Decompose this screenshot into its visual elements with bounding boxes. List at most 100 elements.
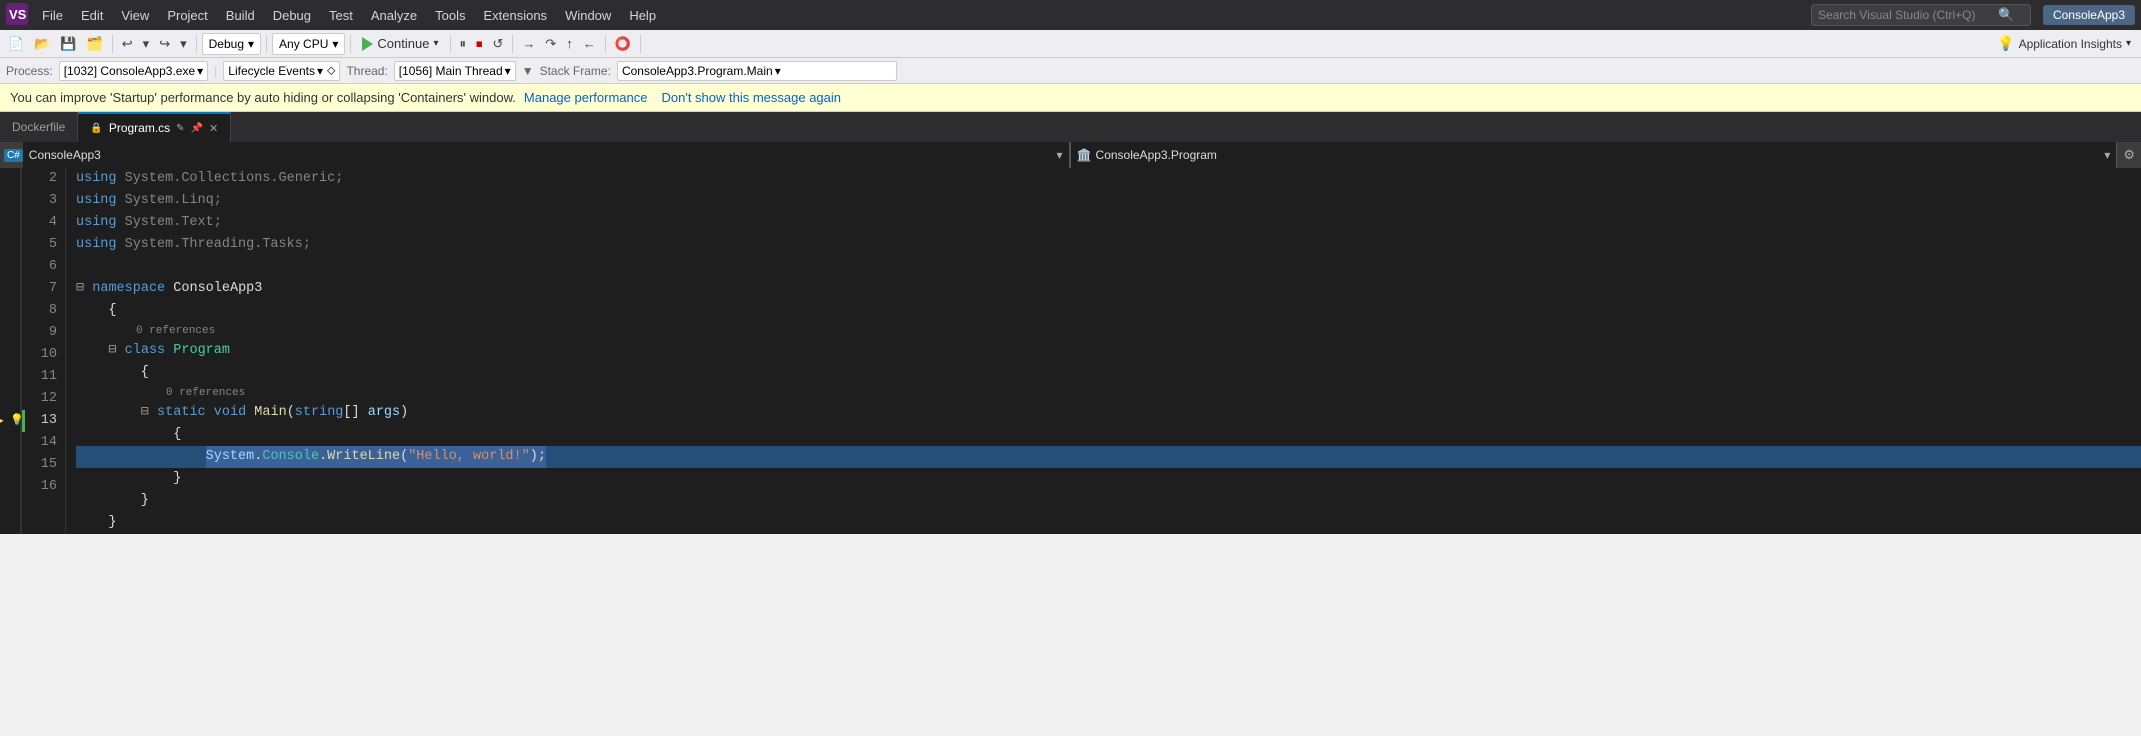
- thread-dropdown[interactable]: [1056] Main Thread ▾: [394, 61, 516, 81]
- arrow-right-icon: ▶: [0, 410, 4, 432]
- continue-button[interactable]: Continue ▾: [356, 34, 444, 53]
- profile-button[interactable]: ConsoleApp3: [2043, 5, 2135, 25]
- menu-build[interactable]: Build: [218, 4, 263, 27]
- code-line-4: using System.Text;: [76, 212, 2141, 234]
- open-btn[interactable]: 📂: [30, 34, 54, 54]
- redo-btn[interactable]: ↪: [155, 34, 174, 54]
- linenum-10: 10: [36, 344, 57, 366]
- tab-dockerfile-label: Dockerfile: [12, 120, 65, 134]
- menu-view[interactable]: View: [113, 4, 157, 27]
- brace-close-14: }: [76, 468, 181, 490]
- sep-pipe: |: [214, 64, 217, 78]
- undo-btn[interactable]: ↩: [118, 34, 137, 54]
- thread-value: [1056] Main Thread: [399, 64, 503, 78]
- tab-programcs-label: Program.cs: [109, 121, 170, 135]
- param-args: args: [368, 402, 400, 424]
- warning-lightbulb-icon[interactable]: 💡: [10, 410, 24, 432]
- bracket-3: ): [400, 402, 408, 424]
- lifecycle-filter-icon: ⬦: [327, 63, 335, 78]
- collapse-namespace-btn[interactable]: ⊟: [76, 278, 84, 300]
- brace-open-10: {: [76, 362, 149, 384]
- ai-dropdown-arrow: ▾: [2126, 38, 2131, 49]
- search-box[interactable]: 🔍: [1811, 4, 2031, 26]
- sep8: [640, 35, 641, 53]
- svg-text:VS: VS: [9, 7, 27, 22]
- kw-using-4: using: [76, 212, 125, 234]
- code-line-5: using System.Threading.Tasks;: [76, 234, 2141, 256]
- save-btn[interactable]: 💾: [56, 34, 80, 54]
- lifecycle-dropdown[interactable]: Lifecycle Events ▾ ⬦: [223, 61, 340, 81]
- dont-show-link[interactable]: Don't show this message again: [661, 90, 841, 105]
- step-back-btn[interactable]: ←: [579, 34, 600, 53]
- step-over-btn[interactable]: ↷: [541, 34, 560, 54]
- ai-lightbulb-icon: 💡: [1997, 35, 2014, 52]
- vs-logo: VS: [6, 3, 28, 28]
- code-text-4: System.Text;: [125, 212, 222, 234]
- code-13-paren2: ): [530, 446, 538, 468]
- step-into-btn[interactable]: →: [518, 34, 539, 53]
- code-13-string: "Hello, world!": [408, 446, 530, 468]
- stack-value: ConsoleApp3.Program.Main: [622, 64, 773, 78]
- tab-program-cs[interactable]: 🔒 Program.cs ✎ 📌 ✕: [78, 112, 231, 142]
- settings-icon[interactable]: ⚙: [2117, 147, 2141, 163]
- menu-edit[interactable]: Edit: [73, 4, 111, 27]
- step-out-btn[interactable]: ↑: [562, 34, 577, 53]
- menu-analyze[interactable]: Analyze: [363, 4, 425, 27]
- sep5: [450, 35, 451, 53]
- menu-debug[interactable]: Debug: [265, 4, 319, 27]
- linenum-4: 4: [36, 212, 57, 234]
- method-params: (: [287, 402, 295, 424]
- redo-drop-btn[interactable]: ▾: [176, 34, 191, 54]
- manage-performance-link[interactable]: Manage performance: [524, 90, 648, 105]
- class-nav-dropdown[interactable]: ConsoleApp3 ▾: [23, 142, 1070, 168]
- code-13-writeline: WriteLine: [327, 446, 400, 468]
- stack-dropdown[interactable]: ConsoleApp3.Program.Main ▾: [617, 61, 897, 81]
- code-line-16: }: [76, 512, 2141, 534]
- breakpoints-btn[interactable]: ⭕: [611, 34, 635, 54]
- gutter: ▶ 💡: [0, 168, 22, 534]
- code-13-dot1: .: [254, 446, 262, 468]
- thread-arrow: ▾: [505, 64, 511, 78]
- application-insights-button[interactable]: 💡 Application Insights ▾: [1991, 33, 2137, 54]
- continue-label: Continue: [377, 36, 429, 51]
- restart-btn[interactable]: ↺: [489, 34, 508, 54]
- menu-help[interactable]: Help: [621, 4, 664, 27]
- code-13-system: System: [206, 446, 255, 468]
- member-nav-value: ConsoleApp3.Program: [1096, 148, 1217, 162]
- new-project-btn[interactable]: 📄: [4, 34, 28, 54]
- sep1: [112, 35, 113, 53]
- menu-window[interactable]: Window: [557, 4, 619, 27]
- platform-arrow: ▾: [332, 37, 338, 51]
- menu-project[interactable]: Project: [159, 4, 215, 27]
- menu-extensions[interactable]: Extensions: [475, 4, 555, 27]
- undo-drop-btn[interactable]: ▾: [139, 34, 154, 54]
- code-text-3: System.Linq;: [125, 190, 222, 212]
- save-all-btn[interactable]: 🗂️: [83, 34, 107, 54]
- stack-arrow: ▾: [775, 64, 781, 78]
- search-input[interactable]: [1818, 8, 1998, 22]
- kw-class: class: [117, 340, 174, 362]
- menu-file[interactable]: File: [34, 4, 71, 27]
- code-13-semi: ;: [538, 446, 546, 468]
- notification-message: You can improve 'Startup' performance by…: [10, 90, 516, 105]
- filter-icon: ▼: [522, 64, 534, 78]
- process-dropdown[interactable]: [1032] ConsoleApp3.exe ▾: [59, 61, 208, 81]
- tab-dockerfile[interactable]: Dockerfile: [0, 112, 78, 142]
- collapse-class-btn[interactable]: ⊟: [76, 340, 117, 362]
- platform-label: Any CPU: [279, 37, 328, 51]
- debug-config-dropdown[interactable]: Debug ▾: [202, 33, 261, 55]
- menu-tools[interactable]: Tools: [427, 4, 473, 27]
- tab-programcs-close[interactable]: ✕: [209, 122, 218, 135]
- kw-using-5: using: [76, 234, 125, 256]
- platform-dropdown[interactable]: Any CPU ▾: [272, 33, 345, 55]
- brace-close-15: }: [76, 490, 149, 512]
- member-nav-dropdown[interactable]: 🏛️ ConsoleApp3.Program ▾: [1070, 142, 2118, 168]
- stop-btn[interactable]: ⏹: [472, 34, 487, 54]
- lifecycle-label: Lifecycle Events: [228, 64, 315, 78]
- linenum-14: 14: [36, 432, 57, 454]
- code-line-8: {: [76, 300, 2141, 322]
- pin-icon[interactable]: 📌: [191, 123, 203, 134]
- pause-btn[interactable]: ⏸: [456, 34, 471, 54]
- collapse-method-btn[interactable]: ⊟: [76, 402, 149, 424]
- menu-test[interactable]: Test: [321, 4, 361, 27]
